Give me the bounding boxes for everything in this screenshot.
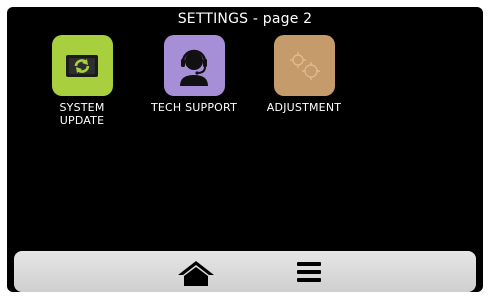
menu-button[interactable] <box>297 262 321 282</box>
tech-support-tile[interactable]: TECH SUPPORT <box>149 35 239 114</box>
system-update-icon[interactable] <box>51 35 113 96</box>
adjustment-tile[interactable]: ADJUSTMENT <box>259 35 349 114</box>
headset-icon[interactable] <box>163 35 225 96</box>
bottom-nav-bar <box>14 251 476 292</box>
settings-screen: SETTINGS - page 2 SYSTEM UPDATE TECH SUP… <box>7 7 483 292</box>
system-update-tile[interactable]: SYSTEM UPDATE <box>37 35 127 127</box>
system-update-label-line1: SYSTEM <box>59 101 105 114</box>
adjustment-icon[interactable] <box>273 35 335 96</box>
home-button[interactable] <box>174 259 218 287</box>
system-update-label-line2: UPDATE <box>59 114 105 127</box>
home-icon <box>178 261 214 286</box>
menu-icon <box>297 262 321 266</box>
adjustment-label: ADJUSTMENT <box>266 101 342 114</box>
tech-support-label: TECH SUPPORT <box>150 101 238 114</box>
page-title: SETTINGS - page 2 <box>177 11 313 27</box>
